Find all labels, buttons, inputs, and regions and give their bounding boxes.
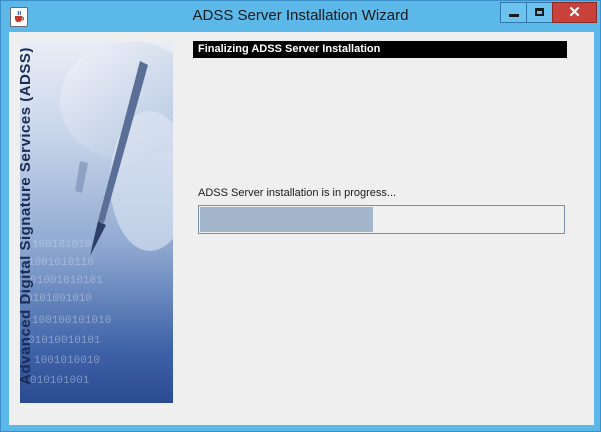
side-banner-text: Advanced Digital Signature Services (ADS… bbox=[20, 47, 34, 385]
progress-bar bbox=[198, 205, 565, 234]
svg-text:1001010010: 1001010010 bbox=[34, 355, 100, 367]
minimize-icon bbox=[509, 14, 519, 17]
maximize-icon bbox=[535, 8, 544, 16]
step-header: Finalizing ADSS Server Installation bbox=[193, 41, 567, 58]
minimize-button[interactable] bbox=[500, 2, 527, 23]
svg-text:100100101010: 100100101010 bbox=[32, 315, 111, 327]
wizard-content: 100101010 1001010110 01001010101 0101001… bbox=[9, 32, 594, 425]
title-bar[interactable]: ADSS Server Installation Wizard ✕ bbox=[1, 1, 600, 32]
side-banner: 100101010 1001010110 01001010101 0101001… bbox=[20, 41, 173, 403]
wizard-window: ADSS Server Installation Wizard ✕ 100101… bbox=[0, 0, 601, 432]
maximize-button[interactable] bbox=[526, 2, 553, 23]
close-icon: ✕ bbox=[568, 4, 581, 21]
progress-label: ADSS Server installation is in progress.… bbox=[198, 187, 397, 199]
progress-fill bbox=[200, 207, 374, 232]
close-button[interactable]: ✕ bbox=[552, 2, 597, 23]
